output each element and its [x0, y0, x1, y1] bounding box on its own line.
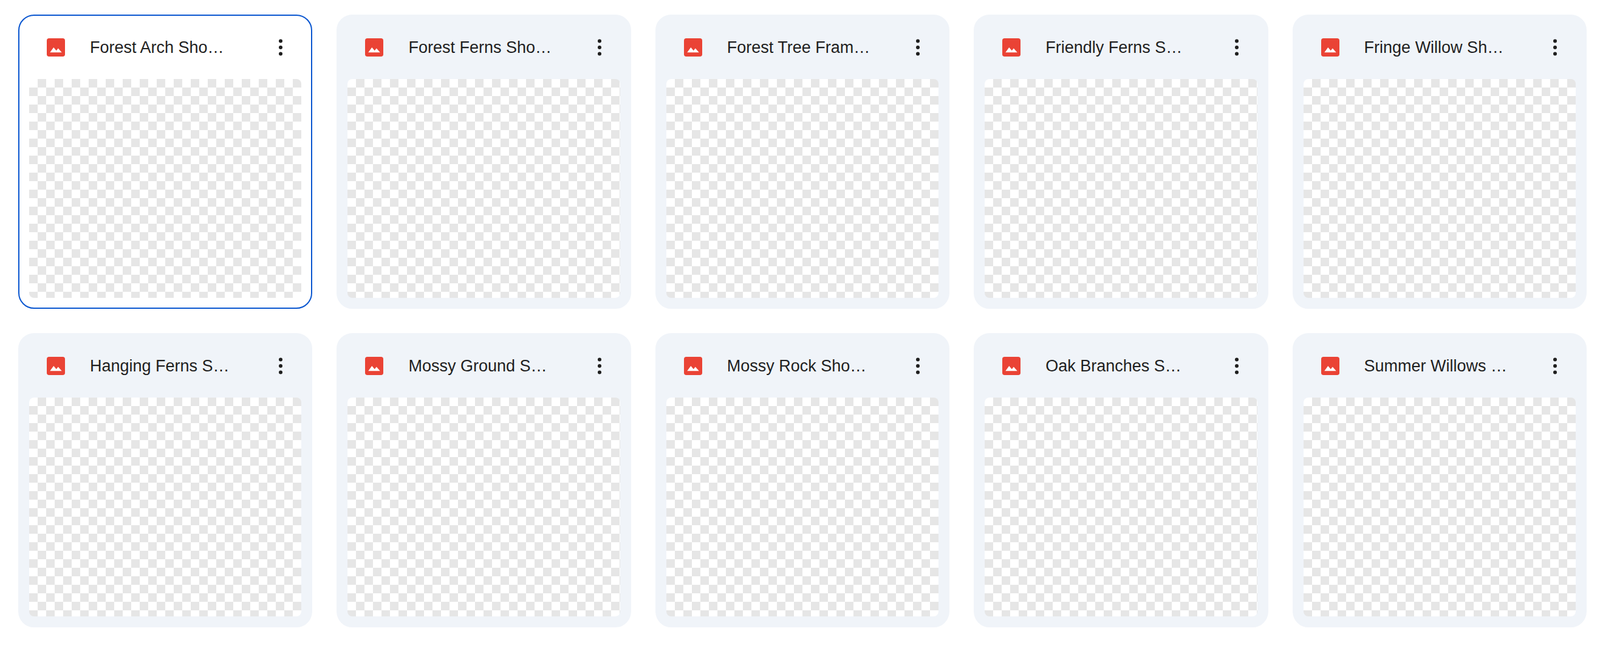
- more-options-icon: [1225, 354, 1248, 377]
- image-file-icon: [1000, 354, 1023, 377]
- image-file-icon: [363, 354, 386, 377]
- file-card-header: Mossy Ground S…: [347, 334, 620, 398]
- file-thumbnail: [984, 78, 1257, 298]
- file-name: Forest Tree Fram…: [727, 38, 878, 58]
- file-grid: Forest Arch Sho… Forest Ferns Sho… Forest …: [0, 0, 1600, 642]
- file-thumbnail: [984, 397, 1257, 616]
- file-card[interactable]: Friendly Ferns S…: [973, 14, 1268, 309]
- file-thumbnail: [666, 78, 939, 298]
- file-card[interactable]: Mossy Ground S…: [336, 332, 631, 627]
- more-options-button[interactable]: [582, 348, 617, 383]
- file-thumbnail: [347, 397, 620, 616]
- more-options-button[interactable]: [900, 30, 935, 65]
- file-thumbnail: [29, 397, 302, 616]
- image-file-icon: [682, 354, 705, 377]
- file-name: Fringe Willow Sh…: [1364, 38, 1515, 58]
- file-card-header: Summer Willows …: [1303, 334, 1576, 398]
- file-name: Mossy Ground S…: [408, 356, 559, 376]
- more-options-icon: [906, 36, 929, 59]
- file-card-header: Forest Ferns Sho…: [347, 15, 620, 79]
- image-file-icon: [1319, 36, 1342, 59]
- file-card-header: Mossy Rock Sho…: [666, 334, 939, 398]
- image-file-icon: [363, 36, 386, 59]
- file-card[interactable]: Forest Ferns Sho…: [336, 14, 631, 309]
- file-thumbnail: [1303, 397, 1576, 616]
- image-file-icon: [1000, 36, 1023, 59]
- file-name: Oak Branches S…: [1045, 356, 1197, 376]
- file-card[interactable]: Summer Willows …: [1292, 332, 1587, 627]
- more-options-button[interactable]: [1538, 348, 1573, 383]
- file-name: Forest Arch Sho…: [89, 38, 241, 58]
- file-name: Mossy Rock Sho…: [727, 356, 878, 376]
- more-options-button[interactable]: [263, 348, 298, 383]
- image-file-icon: [682, 36, 705, 59]
- file-card[interactable]: Oak Branches S…: [973, 332, 1268, 627]
- more-options-icon: [1544, 354, 1566, 377]
- more-options-icon: [269, 36, 292, 59]
- more-options-button[interactable]: [1219, 348, 1254, 383]
- file-card[interactable]: Hanging Ferns S…: [18, 332, 313, 627]
- file-name: Hanging Ferns S…: [89, 356, 241, 376]
- image-file-icon: [44, 354, 67, 377]
- file-card-header: Hanging Ferns S…: [29, 334, 302, 398]
- file-thumbnail: [347, 78, 620, 298]
- more-options-icon: [269, 354, 292, 377]
- file-name: Friendly Ferns S…: [1045, 38, 1197, 58]
- file-card-header: Friendly Ferns S…: [984, 15, 1257, 79]
- more-options-button[interactable]: [582, 30, 617, 65]
- image-file-icon: [44, 36, 67, 59]
- file-card-header: Forest Tree Fram…: [666, 15, 939, 79]
- file-card-header: Forest Arch Sho…: [29, 15, 302, 79]
- image-file-icon: [1319, 354, 1342, 377]
- file-name: Summer Willows …: [1364, 356, 1515, 376]
- file-card[interactable]: Forest Arch Sho…: [18, 14, 313, 309]
- more-options-icon: [1544, 36, 1566, 59]
- more-options-icon: [588, 36, 611, 59]
- file-card-header: Fringe Willow Sh…: [1303, 15, 1576, 79]
- file-name: Forest Ferns Sho…: [408, 38, 559, 58]
- more-options-icon: [588, 354, 611, 377]
- more-options-icon: [1225, 36, 1248, 59]
- more-options-button[interactable]: [1538, 30, 1573, 65]
- more-options-icon: [906, 354, 929, 377]
- more-options-button[interactable]: [900, 348, 935, 383]
- more-options-button[interactable]: [263, 30, 298, 65]
- more-options-button[interactable]: [1219, 30, 1254, 65]
- file-card[interactable]: Mossy Rock Sho…: [655, 332, 950, 627]
- file-thumbnail: [1303, 78, 1576, 298]
- file-thumbnail: [29, 78, 302, 298]
- file-card[interactable]: Fringe Willow Sh…: [1292, 14, 1587, 309]
- file-thumbnail: [666, 397, 939, 616]
- file-card[interactable]: Forest Tree Fram…: [655, 14, 950, 309]
- file-card-header: Oak Branches S…: [984, 334, 1257, 398]
